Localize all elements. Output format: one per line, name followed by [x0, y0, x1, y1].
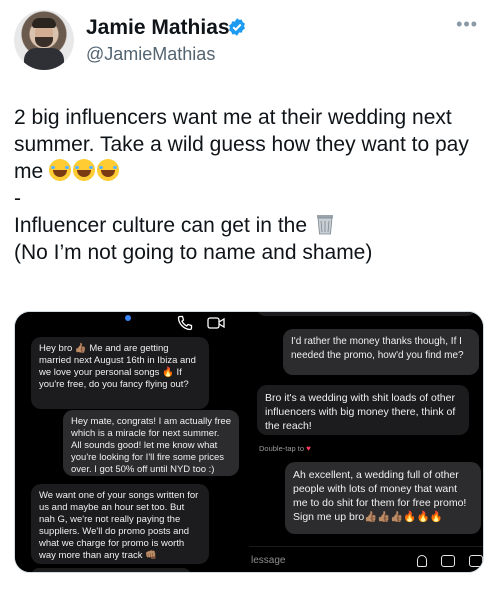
author-avatar[interactable]: [14, 10, 74, 70]
tweet-line-3: (No I’m not going to name and shame): [14, 241, 373, 264]
verified-badge-icon: [229, 18, 245, 36]
more-options-icon[interactable]: •••: [456, 14, 478, 35]
tweet-body: 2 big influencers want me at their weddi…: [14, 104, 484, 266]
tears-of-joy-emoji-icon: [49, 159, 72, 181]
tweet-text-line2: Influencer culture can get in the: [14, 214, 308, 237]
gallery-icon[interactable]: [441, 555, 455, 567]
dm-screenshot-left[interactable]: Hey bro 👍🏽 Me and are getting married ne…: [15, 312, 247, 572]
double-tap-hint: Double-tap to ♥: [259, 444, 311, 453]
wastebasket-emoji-icon: [316, 215, 333, 235]
message-bubble-outgoing: Ah excellent, a wedding full of other pe…: [285, 462, 481, 534]
tweet-line-2: Influencer culture can get in the: [14, 212, 484, 239]
tweet-header: Jamie Mathias @JamieMathias •••: [14, 10, 484, 76]
dm-screenshot-right[interactable]: I'd rather the money thanks though, If I…: [249, 312, 483, 572]
message-bubble-incoming: We want one of your songs written for us…: [31, 484, 209, 564]
sticker-icon[interactable]: [469, 555, 483, 567]
dm-header: [15, 312, 247, 332]
message-composer[interactable]: lessage: [249, 546, 483, 572]
message-bubble-partial: [31, 568, 191, 572]
heart-icon: ♥: [306, 444, 311, 453]
message-bubble-incoming: Hey bro 👍🏽 Me and are getting married ne…: [31, 337, 209, 409]
microphone-icon[interactable]: [417, 555, 427, 567]
tears-of-joy-emoji-icon: [73, 159, 96, 181]
author-handle[interactable]: @JamieMathias: [86, 44, 215, 65]
message-bubble-incoming: Bro it's a wedding with shit loads of ot…: [257, 385, 469, 435]
message-input[interactable]: lessage: [251, 555, 285, 566]
tears-of-joy-emoji-icon: [97, 159, 120, 181]
video-call-icon: [207, 317, 225, 329]
tweet-line-1: 2 big influencers want me at their weddi…: [14, 104, 484, 185]
tweet-separator: -: [14, 187, 21, 210]
message-bubble-outgoing: I'd rather the money thanks though, If I…: [283, 329, 479, 375]
message-bubble-outgoing: Hey mate, congrats! I am actually free w…: [63, 410, 239, 476]
author-name[interactable]: Jamie Mathias: [86, 16, 230, 40]
phone-call-icon: [177, 315, 193, 331]
online-dot: [125, 315, 131, 321]
message-bubble-partial: [257, 312, 475, 316]
tweet-media[interactable]: Hey bro 👍🏽 Me and are getting married ne…: [14, 311, 484, 573]
